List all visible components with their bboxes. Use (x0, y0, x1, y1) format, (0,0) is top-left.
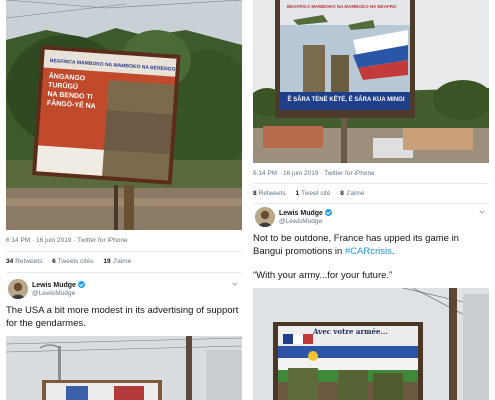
tweet-author: Lewis Mudge @LewisMudge (6, 279, 242, 303)
tweet-metadata: 6:14 PM16 juin 2019Twitter for iPhone (6, 237, 128, 244)
chevron-down-icon[interactable] (479, 209, 485, 215)
likes-label: J'aime (112, 258, 132, 265)
avatar-image (255, 207, 275, 227)
tweet-date: 16 juin 2019 (30, 237, 71, 244)
divider (6, 251, 242, 252)
quotes-stat[interactable]: 1 Tweet cité (296, 190, 331, 197)
quotes-count: 1 (295, 190, 300, 197)
retweets-count: 8 (253, 190, 257, 197)
avatar-image (8, 279, 28, 299)
likes-stat[interactable]: 19 J'aime (103, 258, 131, 265)
quotes-stat[interactable]: 6 Tweets cités (52, 258, 93, 265)
chevron-down-icon[interactable] (232, 281, 238, 287)
author-handle[interactable]: @LewisMudge (279, 218, 322, 225)
divider (253, 203, 489, 204)
tweet-metadata: 6:14 PM16 juin 2019Twitter for iPhone (253, 170, 375, 177)
author-name[interactable]: Lewis Mudge (32, 281, 85, 289)
retweets-count: 34 (6, 258, 14, 265)
divider (253, 183, 489, 184)
tweet-photo-russia-billboard[interactable]: BEAFRICA MAMBOKO NA MAMBOKO NA BEAFRO Ê … (253, 0, 489, 163)
tweet-author: Lewis Mudge @LewisMudge (253, 207, 489, 231)
author-handle[interactable]: @LewisMudge (32, 290, 75, 297)
tweet-time: 6:14 PM (253, 170, 278, 177)
billboard-slogan: Ê SÂRA TËNË KÊTË, Ê SÂRA KUA MINGI (287, 97, 405, 103)
likes-label: J'aime (345, 190, 365, 197)
divider (6, 272, 242, 273)
tweet-stats: 34 Retweets 6 Tweets cités 19 J'aime (6, 258, 139, 265)
tweet-quote-text: “With your army...for your future.” (253, 270, 393, 281)
russia-billboard-photo (253, 0, 489, 163)
quotes-count: 6 (52, 258, 56, 265)
tweet-client[interactable]: Twitter for iPhone (71, 237, 127, 244)
retweets-label: Retweets (15, 258, 43, 265)
tweet-time: 6:14 PM (6, 237, 31, 244)
tweet-text-end: . (391, 245, 395, 257)
likes-stat[interactable]: 8 J'aime (340, 190, 364, 197)
tweet-stats: 8 Retweets 1 Tweet cité 8 J'aime (253, 190, 372, 197)
likes-count: 19 (103, 258, 111, 265)
avatar[interactable] (255, 207, 275, 227)
quotes-label: Tweet cité (301, 190, 331, 197)
france-billboard-photo (253, 288, 489, 400)
tweet-photo-billboard-beafrica[interactable]: BEAFRICA MAMBOKO NA MAMBOKO NA BERENGO Â… (6, 0, 242, 230)
tweet-photo-usa-billboard[interactable] (6, 336, 242, 400)
verified-badge-icon (77, 281, 85, 288)
retweets-stat[interactable]: 34 Retweets (6, 258, 42, 265)
tweet-photo-france-billboard[interactable]: Avec votre armée... (253, 288, 489, 400)
left-column: BEAFRICA MAMBOKO NA MAMBOKO NA BERENGO Â… (6, 0, 242, 400)
billboard-text-block: BEAFRICA MAMBOKO NA MAMBOKO NA BERENGO Â… (45, 58, 175, 138)
billboard-header: Avec votre armée... (313, 327, 388, 336)
quotes-label: Tweets cités (57, 258, 94, 265)
usa-billboard-photo (6, 336, 242, 400)
author-name-text: Lewis Mudge (279, 210, 323, 217)
avatar[interactable] (8, 279, 28, 299)
likes-count: 8 (340, 190, 344, 197)
retweets-label: Retweets (258, 190, 286, 197)
tweet-client[interactable]: Twitter for iPhone (318, 170, 374, 177)
author-name-text: Lewis Mudge (32, 282, 76, 289)
verified-badge-icon (324, 209, 332, 216)
billboard-header: BEAFRICA MAMBOKO NA MAMBOKO NA BEAFRO (287, 4, 397, 9)
tweet-text: The USA a bit more modest in its adverti… (6, 305, 239, 329)
retweets-stat[interactable]: 8 Retweets (253, 190, 286, 197)
hashtag-link[interactable]: #CARcrisis (345, 246, 392, 257)
tweet-text: Not to be outdone, France has upped its … (253, 233, 489, 258)
author-name[interactable]: Lewis Mudge (279, 209, 332, 217)
right-column: BEAFRICA MAMBOKO NA MAMBOKO NA BEAFRO Ê … (253, 0, 489, 400)
tweet-date: 16 juin 2019 (277, 170, 318, 177)
